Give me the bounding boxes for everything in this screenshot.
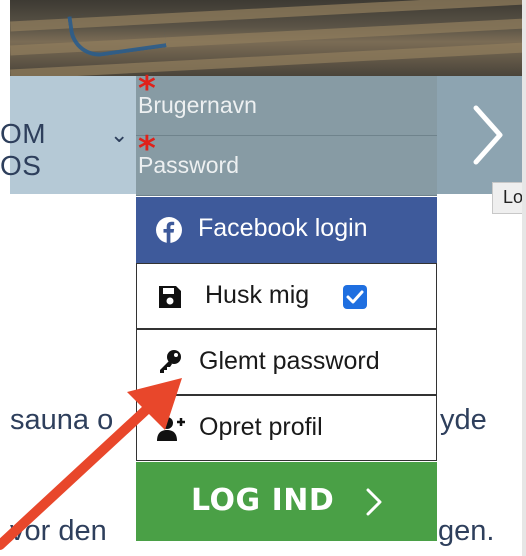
remember-me-label: Husk mig xyxy=(205,281,310,309)
create-profile-link[interactable]: Opret profil xyxy=(136,395,437,461)
username-placeholder: Brugernavn xyxy=(138,92,257,118)
remember-me-row[interactable]: Husk mig xyxy=(136,263,437,329)
body-text-line2-left: vor den xyxy=(10,515,107,547)
username-field[interactable]: * Brugernavn xyxy=(136,72,437,136)
facebook-login-button[interactable]: Facebook login xyxy=(136,197,437,263)
hero-photo xyxy=(10,0,526,76)
body-text-line2-right: gen. xyxy=(438,515,495,547)
facebook-icon xyxy=(156,217,182,243)
remember-me-checkbox[interactable] xyxy=(343,285,367,309)
password-field[interactable]: * Password xyxy=(136,132,437,196)
checkmark-icon xyxy=(346,290,364,304)
login-dropdown: * Brugernavn * Password Facebook login H… xyxy=(136,72,437,541)
forgot-password-link[interactable]: Glemt password xyxy=(136,329,437,395)
password-placeholder: Password xyxy=(138,152,239,178)
forgot-password-label: Glemt password xyxy=(199,347,380,375)
body-text-line1-left: sauna o xyxy=(10,404,114,436)
chevron-right-icon xyxy=(366,488,382,516)
login-button[interactable]: LOG IND xyxy=(136,462,437,541)
page-edge xyxy=(522,0,526,556)
tooltip: Lo xyxy=(492,182,526,214)
chevron-down-icon: ⌄ xyxy=(110,122,129,147)
create-profile-label: Opret profil xyxy=(199,413,323,441)
chevron-right-icon[interactable] xyxy=(468,100,508,170)
add-user-icon xyxy=(157,417,185,441)
facebook-login-label: Facebook login xyxy=(198,214,368,242)
body-text-line1-right: yde xyxy=(440,404,487,436)
nav-item-label: OM OS xyxy=(0,118,47,181)
save-icon xyxy=(159,286,181,308)
login-button-label: LOG IND xyxy=(191,483,335,518)
key-icon xyxy=(160,350,181,373)
